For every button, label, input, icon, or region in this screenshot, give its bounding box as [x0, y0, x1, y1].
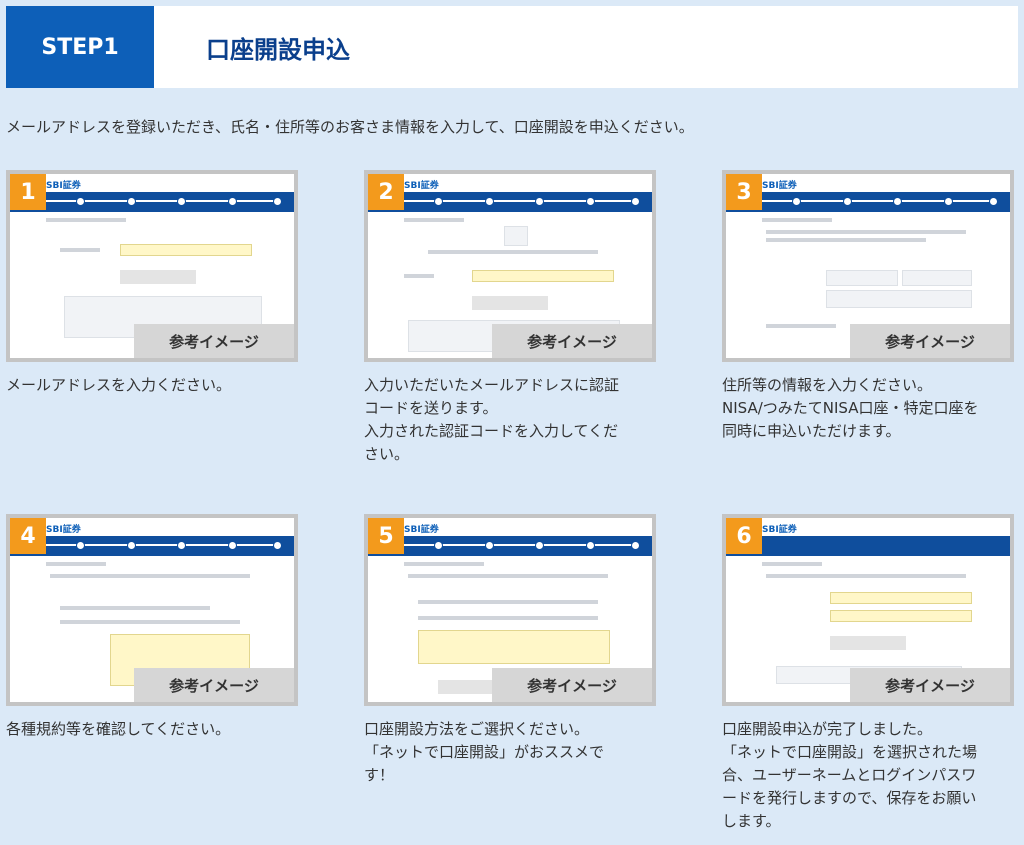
step-label: STEP1 [6, 6, 154, 88]
step-header: STEP1 口座開設申込 [6, 6, 1018, 88]
screenshot-thumbnail[interactable]: 2 SBI証券 参考イメージ [364, 170, 656, 362]
step-card-5: 5 SBI証券 参考イメージ 口座開設方法をご選択ください。 「ネットで口座開設… [364, 514, 656, 784]
step-description: 住所等の情報を入力ください。 NISA/つみたてNISA口座・特定口座を 同時に… [722, 376, 979, 440]
step-card-4: 4 SBI証券 参考イメージ 各種規約等を確認してください。 [6, 514, 298, 738]
reference-image-label: 参考イメージ [134, 668, 294, 702]
progress-bar [726, 536, 1010, 556]
brand-logo: SBI証券 [762, 181, 797, 191]
screenshot-thumbnail[interactable]: 4 SBI証券 参考イメージ [6, 514, 298, 706]
brand-logo: SBI証券 [46, 525, 81, 535]
step-description: 口座開設申込が完了しました。 「ネットで口座開設」を選択された場 合、ユーザーネ… [722, 720, 978, 830]
step-number-badge: 4 [10, 518, 46, 554]
lead-text: メールアドレスを登録いただき、氏名・住所等のお客さま情報を入力して、口座開設を申… [6, 118, 694, 136]
step-card-2: 2 SBI証券 参考イメージ 入力いただいたメールアドレスに認証 コードを送りま… [364, 170, 656, 463]
screenshot-thumbnail[interactable]: 5 SBI証券 参考イメージ [364, 514, 656, 706]
step-card-3: 3 SBI証券 参考イメージ 住所等の情報を入力ください。 NISA/つみたてN… [722, 170, 1014, 440]
reference-image-label: 参考イメージ [850, 668, 1010, 702]
progress-bar [368, 536, 652, 556]
step-description: メールアドレスを入力ください。 [6, 376, 232, 394]
progress-bar [10, 192, 294, 212]
screenshot-thumbnail[interactable]: 6 SBI証券 参考イメージ [722, 514, 1014, 706]
step-number-badge: 2 [368, 174, 404, 210]
reference-image-label: 参考イメージ [492, 668, 652, 702]
page-title: 口座開設申込 [206, 35, 350, 64]
brand-logo: SBI証券 [404, 525, 439, 535]
step-number-badge: 3 [726, 174, 762, 210]
step-card-1: 1 SBI証券 参考イメージ メールアドレスを入力ください。 [6, 170, 298, 394]
brand-logo: SBI証券 [762, 525, 797, 535]
progress-bar [10, 536, 294, 556]
brand-logo: SBI証券 [46, 181, 81, 191]
reference-image-label: 参考イメージ [492, 324, 652, 358]
progress-bar [726, 192, 1010, 212]
progress-bar [368, 192, 652, 212]
step-number-badge: 6 [726, 518, 762, 554]
screenshot-thumbnail[interactable]: 1 SBI証券 参考イメージ [6, 170, 298, 362]
screenshot-thumbnail[interactable]: 3 SBI証券 参考イメージ [722, 170, 1014, 362]
step-card-6: 6 SBI証券 参考イメージ 口座開設申込が完了しました。 「ネットで口座開設」… [722, 514, 1014, 830]
step-description: 口座開設方法をご選択ください。 「ネットで口座開設」がおススメで す！ [364, 720, 605, 784]
brand-logo: SBI証券 [404, 181, 439, 191]
step-description: 各種規約等を確認してください。 [6, 720, 231, 738]
step-number-badge: 1 [10, 174, 46, 210]
reference-image-label: 参考イメージ [134, 324, 294, 358]
step-description: 入力いただいたメールアドレスに認証 コードを送ります。 入力された認証コードを入… [364, 376, 620, 463]
step-number-badge: 5 [368, 518, 404, 554]
reference-image-label: 参考イメージ [850, 324, 1010, 358]
